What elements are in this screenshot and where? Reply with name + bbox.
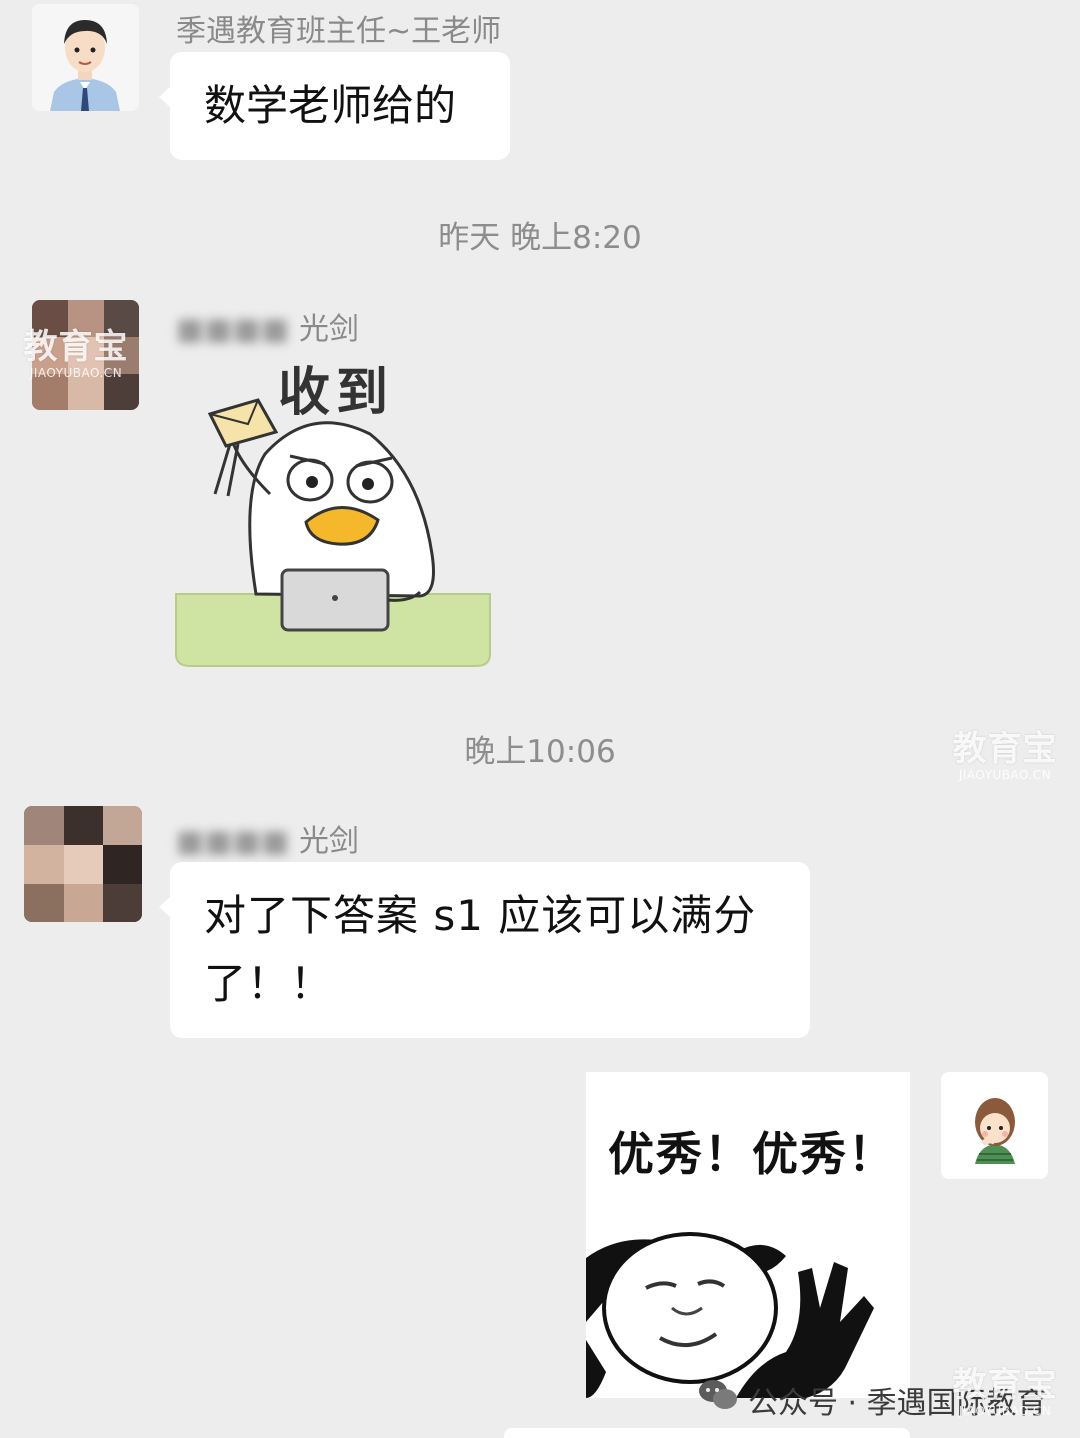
message-bubble-teacher[interactable]: 数学老师给的 — [159, 52, 510, 160]
girl-avatar-icon — [941, 1072, 1048, 1179]
timestamp: 晚上10:06 — [464, 734, 616, 770]
wechat-icon — [698, 1378, 738, 1412]
teacher-avatar-icon — [32, 4, 139, 111]
watermark-main: 教育宝 — [952, 729, 1058, 769]
watermark-sub: JIAOYUBAO.CN — [958, 768, 1052, 782]
sticker-panda[interactable]: 优秀！优秀！ — [586, 1072, 910, 1398]
watermark-sub: JIAOYUBAO.CN — [958, 1404, 1052, 1418]
watermark: 教育宝 JIAOYUBAO.CN — [944, 1366, 1066, 1418]
avatar-teacher[interactable] — [32, 4, 139, 111]
watermark-main: 教育宝 — [23, 327, 129, 367]
blurred-name: ■■■■ — [176, 312, 290, 347]
watermark-main: 教育宝 — [952, 1365, 1058, 1405]
timestamp: 昨天 晚上8:20 — [438, 220, 642, 256]
avatar-student[interactable] — [24, 806, 142, 922]
sticker-duck[interactable]: 收到 — [170, 344, 496, 670]
message-text: 数学老师给的 — [204, 81, 457, 130]
sticker-caption: 收到 — [278, 363, 395, 423]
message-bubble-student[interactable]: 对了下答案 s1 应该可以满分了！！ — [159, 862, 810, 1038]
panda-meme-icon — [586, 1232, 874, 1398]
sender-name-student: ■■■■ 光剑 — [176, 304, 359, 348]
pixelated-avatar-icon — [24, 806, 142, 922]
message-text: 对了下答案 s1 应该可以满分了！！ — [204, 891, 757, 1008]
sender-name-visible: 光剑 — [298, 312, 359, 347]
sender-name-teacher: 季遇教育班主任~王老师 — [176, 14, 502, 49]
sender-name-visible: 光剑 — [298, 824, 359, 859]
next-bubble-edge — [504, 1428, 910, 1438]
watermark: 教育宝 JIAOYUBAO.CN — [18, 328, 134, 380]
avatar-self[interactable] — [941, 1072, 1048, 1179]
watermark: 教育宝 JIAOYUBAO.CN — [944, 730, 1066, 782]
watermark-sub: JIAOYUBAO.CN — [29, 366, 123, 380]
sender-name-student: ■■■■ 光剑 — [176, 816, 359, 860]
blurred-name: ■■■■ — [176, 824, 290, 859]
